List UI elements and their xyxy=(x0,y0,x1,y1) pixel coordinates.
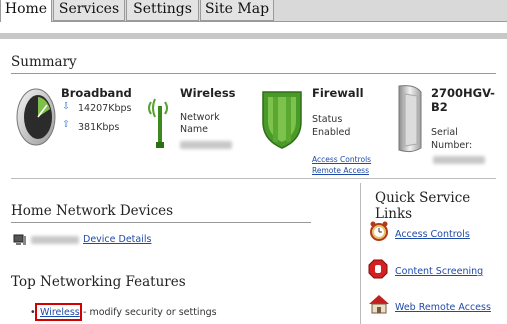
device-details-link[interactable]: Device Details xyxy=(83,234,151,246)
upload-arrow-icon: ⇧ xyxy=(62,119,70,130)
broadband-download: 14207Kbps xyxy=(78,103,132,114)
header-divider xyxy=(0,33,507,39)
firewall-status-value: Enabled xyxy=(312,127,351,138)
stop-hand-icon xyxy=(368,259,388,282)
home-network-divider xyxy=(11,222,311,223)
serial-label-2: Number: xyxy=(431,140,473,151)
firewall-title: Firewall xyxy=(312,86,364,100)
summary-bottom-divider xyxy=(11,178,496,179)
network-name-label-1: Network xyxy=(180,112,220,123)
house-icon xyxy=(368,294,390,317)
device-name-redacted xyxy=(31,236,79,244)
wireless-antenna-icon xyxy=(147,88,173,153)
wireless-feature-desc: - modify security or settings xyxy=(83,307,217,318)
network-name-label-2: Name xyxy=(180,124,209,135)
computer-device-icon xyxy=(13,234,27,249)
device-model-line1: 2700HGV- xyxy=(431,86,495,100)
broadband-title: Broadband xyxy=(61,86,132,100)
summary-divider xyxy=(11,73,496,74)
quick-link-content-screening[interactable]: Content Screening xyxy=(395,266,483,277)
serial-redacted xyxy=(433,156,485,164)
wireless-feature-link[interactable]: Wireless xyxy=(40,307,80,319)
quick-links-title: Quick Service Links xyxy=(375,190,471,222)
broadband-upload: 381Kbps xyxy=(78,122,120,133)
tab-home[interactable]: Home xyxy=(0,0,52,23)
top-features-title: Top Networking Features xyxy=(11,274,186,290)
home-network-title: Home Network Devices xyxy=(11,203,174,219)
download-arrow-icon: ⇩ xyxy=(62,101,70,112)
summary-title: Summary xyxy=(11,54,77,70)
tab-site-map[interactable]: Site Map xyxy=(200,0,274,21)
gateway-device-icon xyxy=(391,84,427,159)
serial-label-1: Serial xyxy=(431,127,458,138)
tab-settings[interactable]: Settings xyxy=(126,0,199,21)
device-model-line2: B2 xyxy=(431,100,448,114)
column-divider xyxy=(360,183,361,324)
firewall-shield-icon xyxy=(259,88,305,153)
broadband-gauge-icon xyxy=(12,87,56,152)
network-name-redacted xyxy=(180,141,232,149)
quick-link-web-remote-access[interactable]: Web Remote Access xyxy=(395,302,491,313)
firewall-status-label: Status xyxy=(312,114,343,125)
quick-link-access-controls[interactable]: Access Controls xyxy=(395,229,470,240)
wireless-title: Wireless xyxy=(180,86,236,100)
access-controls-link[interactable]: Access Controls xyxy=(312,155,371,164)
alarm-clock-icon xyxy=(368,220,390,245)
remote-access-link[interactable]: Remote Access xyxy=(312,166,369,175)
tab-services[interactable]: Services xyxy=(53,0,125,21)
